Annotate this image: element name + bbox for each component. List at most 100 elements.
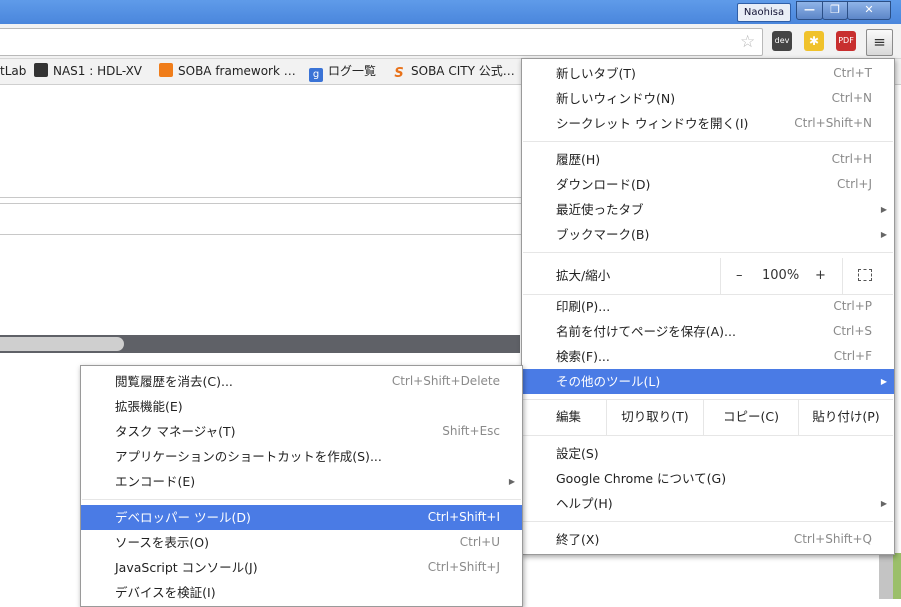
menu-item-save-page[interactable]: 名前を付けてページを保存(A)... Ctrl+S bbox=[522, 319, 894, 344]
edit-row: 編集 切り取り(T) コピー(C) 貼り付け(P) bbox=[522, 399, 894, 435]
menu-item-label: ソースを表示(O) bbox=[115, 535, 209, 550]
menu-item-label: 名前を付けてページを保存(A)... bbox=[556, 324, 736, 339]
menu-item-label: JavaScript コンソール(J) bbox=[115, 560, 258, 575]
submenu-item-view-source[interactable]: ソースを表示(O) Ctrl+U bbox=[81, 530, 522, 555]
menu-item-about[interactable]: Google Chrome について(G) bbox=[522, 466, 894, 491]
window-edge bbox=[893, 553, 901, 599]
menu-separator bbox=[523, 252, 893, 253]
submenu-arrow-icon: ▶ bbox=[880, 377, 887, 386]
menu-item-history[interactable]: 履歴(H) Ctrl+H bbox=[522, 147, 894, 172]
paste-button[interactable]: 貼り付け(P) bbox=[799, 399, 893, 435]
menu-item-shortcut: Shift+Esc bbox=[442, 424, 500, 438]
menu-item-label: 新しいウィンドウ(N) bbox=[556, 91, 676, 106]
zoom-label: 拡大/縮小 bbox=[556, 268, 611, 283]
zoom-in-button[interactable]: + bbox=[815, 258, 826, 294]
submenu-arrow-icon: ▶ bbox=[508, 477, 515, 486]
menu-separator bbox=[82, 499, 521, 500]
submenu-item-developer-tools[interactable]: デベロッパー ツール(D) Ctrl+Shift+I bbox=[81, 505, 522, 530]
menu-item-label: 終了(X) bbox=[556, 532, 600, 547]
menu-item-incognito[interactable]: シークレット ウィンドウを開く(I) Ctrl+Shift+N bbox=[522, 111, 894, 136]
close-button[interactable]: ✕ bbox=[847, 1, 891, 20]
chrome-menu-button[interactable]: ≡ bbox=[866, 29, 893, 56]
menu-item-shortcut: Ctrl+Shift+N bbox=[794, 116, 872, 130]
menu-item-label: 新しいタブ(T) bbox=[556, 66, 636, 81]
menu-item-settings[interactable]: 設定(S) bbox=[522, 441, 894, 466]
divider bbox=[0, 197, 521, 198]
menu-item-label: ヘルプ(H) bbox=[556, 496, 613, 511]
menu-item-label: 検索(F)... bbox=[556, 349, 610, 364]
chrome-main-menu: 新しいタブ(T) Ctrl+T 新しいウィンドウ(N) Ctrl+N シークレット … bbox=[521, 58, 895, 555]
menu-item-shortcut: Ctrl+F bbox=[833, 349, 872, 363]
menu-item-label: シークレット ウィンドウを開く(I) bbox=[556, 116, 749, 131]
divider bbox=[0, 234, 521, 235]
bookmark-label: ログ一覧 bbox=[328, 64, 377, 78]
fullscreen-icon[interactable] bbox=[858, 269, 872, 281]
scrollbar-thumb[interactable] bbox=[0, 337, 124, 351]
menu-item-more-tools[interactable]: その他のツール(L) ▶ bbox=[522, 369, 894, 394]
menu-item-label: 最近使ったタブ bbox=[556, 202, 644, 217]
submenu-item-clear-browsing-data[interactable]: 閲覧履歴を消去(C)... Ctrl+Shift+Delete bbox=[81, 369, 522, 394]
toolbar: ☆ bbox=[0, 24, 901, 59]
menu-item-find[interactable]: 検索(F)... Ctrl+F bbox=[522, 344, 894, 369]
zoom-separator bbox=[842, 258, 843, 294]
menu-item-recent-tabs[interactable]: 最近使ったタブ ▶ bbox=[522, 197, 894, 222]
vertical-scrollbar[interactable] bbox=[879, 553, 893, 599]
menu-item-exit[interactable]: 終了(X) Ctrl+Shift+Q bbox=[522, 527, 894, 552]
extension-pdf-icon[interactable]: PDF bbox=[836, 31, 856, 51]
menu-item-label: デベロッパー ツール(D) bbox=[115, 510, 251, 525]
divider bbox=[0, 203, 521, 204]
bookmark-item[interactable]: g ログ一覧 bbox=[309, 63, 377, 82]
menu-item-new-window[interactable]: 新しいウィンドウ(N) Ctrl+N bbox=[522, 86, 894, 111]
menu-item-label: 閲覧履歴を消去(C)... bbox=[115, 374, 233, 389]
submenu-arrow-icon: ▶ bbox=[880, 230, 887, 239]
bookmark-item[interactable]: S SOBA CITY 公式… bbox=[392, 63, 515, 81]
bookmark-star-icon[interactable]: ☆ bbox=[740, 32, 755, 52]
menu-item-help[interactable]: ヘルプ(H) ▶ bbox=[522, 491, 894, 516]
menu-item-new-tab[interactable]: 新しいタブ(T) Ctrl+T bbox=[522, 61, 894, 86]
menu-item-label: ダウンロード(D) bbox=[556, 177, 651, 192]
zoom-level: 100% bbox=[762, 268, 800, 283]
menu-item-shortcut: Ctrl+Shift+Delete bbox=[391, 374, 500, 388]
submenu-arrow-icon: ▶ bbox=[880, 499, 887, 508]
profile-button[interactable]: Naohisa bbox=[737, 3, 791, 22]
bookmark-label: tLab bbox=[0, 64, 27, 78]
copy-button[interactable]: コピー(C) bbox=[704, 399, 798, 435]
menu-separator bbox=[523, 521, 893, 522]
bookmark-label: NAS1 : HDL-XV bbox=[53, 64, 143, 78]
submenu-item-encoding[interactable]: エンコード(E) ▶ bbox=[81, 469, 522, 494]
maximize-button[interactable]: ❐ bbox=[822, 1, 848, 20]
bookmark-label: SOBA framework … bbox=[178, 64, 296, 78]
submenu-item-js-console[interactable]: JavaScript コンソール(J) Ctrl+Shift+J bbox=[81, 555, 522, 580]
edit-label: 編集 bbox=[556, 409, 582, 424]
menu-item-shortcut: Ctrl+J bbox=[837, 177, 872, 191]
menu-separator bbox=[523, 435, 893, 436]
submenu-item-task-manager[interactable]: タスク マネージャ(T) Shift+Esc bbox=[81, 419, 522, 444]
menu-item-label: タスク マネージャ(T) bbox=[115, 424, 236, 439]
menu-item-downloads[interactable]: ダウンロード(D) Ctrl+J bbox=[522, 172, 894, 197]
menu-item-label: 拡張機能(E) bbox=[115, 399, 183, 414]
menu-item-shortcut: Ctrl+N bbox=[831, 91, 872, 105]
bookmark-item[interactable]: SOBA framework … bbox=[159, 63, 296, 80]
cut-button[interactable]: 切り取り(T) bbox=[607, 399, 703, 435]
menu-item-shortcut: Ctrl+U bbox=[459, 535, 500, 549]
menu-item-bookmarks[interactable]: ブックマーク(B) ▶ bbox=[522, 222, 894, 247]
menu-item-label: 履歴(H) bbox=[556, 152, 601, 167]
extension-dev-icon[interactable]: dev bbox=[772, 31, 792, 51]
bookmark-item[interactable]: tLab bbox=[0, 63, 26, 80]
submenu-item-create-shortcut[interactable]: アプリケーションのショートカットを作成(S)... bbox=[81, 444, 522, 469]
bookmark-item[interactable]: NAS1 : HDL-XV bbox=[34, 63, 142, 80]
bookmark-label: SOBA CITY 公式… bbox=[411, 64, 515, 78]
submenu-item-extensions[interactable]: 拡張機能(E) bbox=[81, 394, 522, 419]
extension-star-icon[interactable]: ✱ bbox=[804, 31, 824, 51]
google-icon: g bbox=[309, 68, 323, 82]
menu-item-shortcut: Ctrl+Shift+J bbox=[427, 560, 500, 574]
minimize-button[interactable]: — bbox=[796, 1, 823, 20]
menu-item-label: ブックマーク(B) bbox=[556, 227, 650, 242]
address-bar[interactable]: ☆ bbox=[0, 28, 763, 56]
submenu-item-inspect-devices[interactable]: デバイスを検証(I) bbox=[81, 580, 522, 605]
soba-city-icon: S bbox=[394, 66, 404, 81]
zoom-out-button[interactable]: – bbox=[736, 258, 743, 294]
zoom-row: 拡大/縮小 – 100% + bbox=[522, 258, 894, 294]
menu-item-print[interactable]: 印刷(P)... Ctrl+P bbox=[522, 294, 894, 319]
menu-item-label: デバイスを検証(I) bbox=[115, 585, 216, 600]
